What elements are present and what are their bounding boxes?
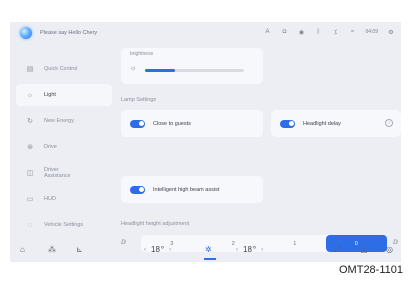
letter-a-icon: A bbox=[265, 29, 270, 35]
headlight-delay-label: Headlight delay bbox=[303, 120, 341, 127]
close-to-guests-label: Close to guests bbox=[153, 120, 191, 127]
voice-orb-icon[interactable] bbox=[20, 27, 32, 39]
fan-icon[interactable]: ✲ bbox=[205, 245, 212, 254]
wifi-icon: ≈ bbox=[350, 29, 355, 35]
sidebar-item-driver-assistance[interactable]: ◫ Driver Assistance bbox=[16, 162, 112, 184]
lamp-settings-title: Lamp Settings bbox=[121, 97, 157, 103]
right-temperature-unit: ° bbox=[252, 245, 257, 254]
new-energy-icon: ↻ bbox=[27, 118, 33, 125]
brightness-slider-fill bbox=[145, 69, 175, 72]
sidebar-item-hud[interactable]: ▭ HUD bbox=[16, 188, 112, 210]
brightness-label: brightness bbox=[130, 51, 154, 57]
close-to-guests-card[interactable]: Close to guests bbox=[121, 110, 263, 137]
quick-control-icon: ▤ bbox=[26, 66, 34, 73]
infotainment-screen: Please say Hello Chery A ◘ ◉ ᛒ ⁒ ≈ 04:09… bbox=[10, 22, 401, 262]
sidebar-item-label: Drive bbox=[44, 143, 57, 150]
left-temp-decrease-button[interactable]: ‹ bbox=[144, 247, 146, 253]
signal-icon: ⁒ bbox=[334, 29, 337, 36]
sidebar-item-drive[interactable]: ⊛ Drive bbox=[16, 136, 112, 158]
voice-assistant[interactable]: Please say Hello Chery bbox=[20, 27, 97, 39]
voice-prompt-text: Please say Hello Chery bbox=[40, 30, 98, 36]
bottom-bar: ⌂ ⁂ ⊾ ‹ 18 ° › ✲ ‹ 18 ° › ⤢ △ ◎ bbox=[10, 240, 401, 262]
sidebar-item-label: HUD bbox=[44, 195, 56, 202]
intelligent-high-beam-label: Intelligent high beam assist bbox=[153, 186, 220, 193]
brightness-slider[interactable] bbox=[145, 69, 244, 72]
sidebar-item-quick-control[interactable]: ▤ Quick Control bbox=[16, 58, 112, 80]
light-icon: ☼ bbox=[26, 91, 34, 99]
brightness-card: brightness ☼ bbox=[121, 48, 263, 84]
sidebar-item-vehicle-settings[interactable]: ◌ Vehicle Settings bbox=[16, 214, 112, 236]
settings-gear-icon[interactable]: ⚙ bbox=[387, 28, 395, 36]
seat-icon[interactable]: ⊾ bbox=[76, 245, 83, 254]
figure-caption: OMT28-1101 bbox=[339, 264, 403, 276]
right-temp-decrease-button[interactable]: ‹ bbox=[236, 247, 238, 253]
bluetooth-icon: ᛒ bbox=[316, 29, 321, 35]
apps-icon[interactable]: ⁂ bbox=[48, 245, 56, 254]
settings-sidebar: ▤ Quick Control ☼ Light ↻ New Energy ⊛ D… bbox=[16, 58, 112, 240]
wiper-icon[interactable]: ⤢ bbox=[334, 245, 340, 255]
hud-icon: ▭ bbox=[26, 196, 34, 203]
right-temp-increase-button[interactable]: › bbox=[261, 247, 263, 253]
sidebar-item-new-energy[interactable]: ↻ New Energy bbox=[16, 110, 112, 132]
drive-icon: ⊛ bbox=[27, 144, 33, 151]
headlight-delay-toggle[interactable] bbox=[280, 119, 295, 128]
close-to-guests-toggle[interactable] bbox=[130, 119, 145, 128]
sidebar-item-light[interactable]: ☼ Light bbox=[16, 84, 112, 106]
left-temperature-control: ‹ 18 ° › bbox=[144, 245, 171, 254]
sun-icon: ☼ bbox=[130, 65, 137, 72]
eye-icon: ◉ bbox=[298, 29, 305, 36]
info-icon[interactable]: i bbox=[385, 119, 393, 127]
clock: 04:09 bbox=[365, 29, 378, 35]
home-icon[interactable]: ⌂ bbox=[20, 245, 25, 254]
vehicle-settings-icon: ◌ bbox=[27, 221, 33, 229]
hazard-icon[interactable]: △ bbox=[361, 245, 367, 254]
headlight-delay-card[interactable]: Headlight delay i bbox=[271, 110, 401, 137]
driver-assistance-icon: ◫ bbox=[26, 170, 34, 177]
right-temperature-control: ‹ 18 ° › bbox=[236, 245, 263, 254]
intelligent-high-beam-toggle[interactable] bbox=[130, 185, 145, 194]
left-temp-increase-button[interactable]: › bbox=[169, 247, 171, 253]
headlight-height-title: Headlight height adjustment bbox=[121, 221, 190, 227]
left-temperature-value: 18 bbox=[151, 245, 160, 254]
media-icon: ◘ bbox=[282, 29, 287, 35]
fan-active-indicator bbox=[204, 258, 216, 260]
status-icons: A ◘ ◉ ᛒ ⁒ ≈ 04:09 ⚙ bbox=[263, 28, 395, 36]
sidebar-item-label: New Energy bbox=[44, 117, 74, 124]
status-bar: Please say Hello Chery A ◘ ◉ ᛒ ⁒ ≈ 04:09… bbox=[10, 22, 401, 44]
right-temperature-value: 18 bbox=[243, 245, 252, 254]
intelligent-high-beam-card[interactable]: Intelligent high beam assist bbox=[121, 176, 263, 203]
sidebar-item-label: Quick Control bbox=[44, 65, 78, 72]
left-temperature-unit: ° bbox=[160, 245, 165, 254]
voice-control-icon[interactable]: ◎ bbox=[386, 245, 393, 254]
sidebar-item-label: Light bbox=[44, 91, 56, 98]
sidebar-item-label: Vehicle Settings bbox=[44, 221, 84, 228]
sidebar-item-label: Driver Assistance bbox=[44, 166, 71, 180]
